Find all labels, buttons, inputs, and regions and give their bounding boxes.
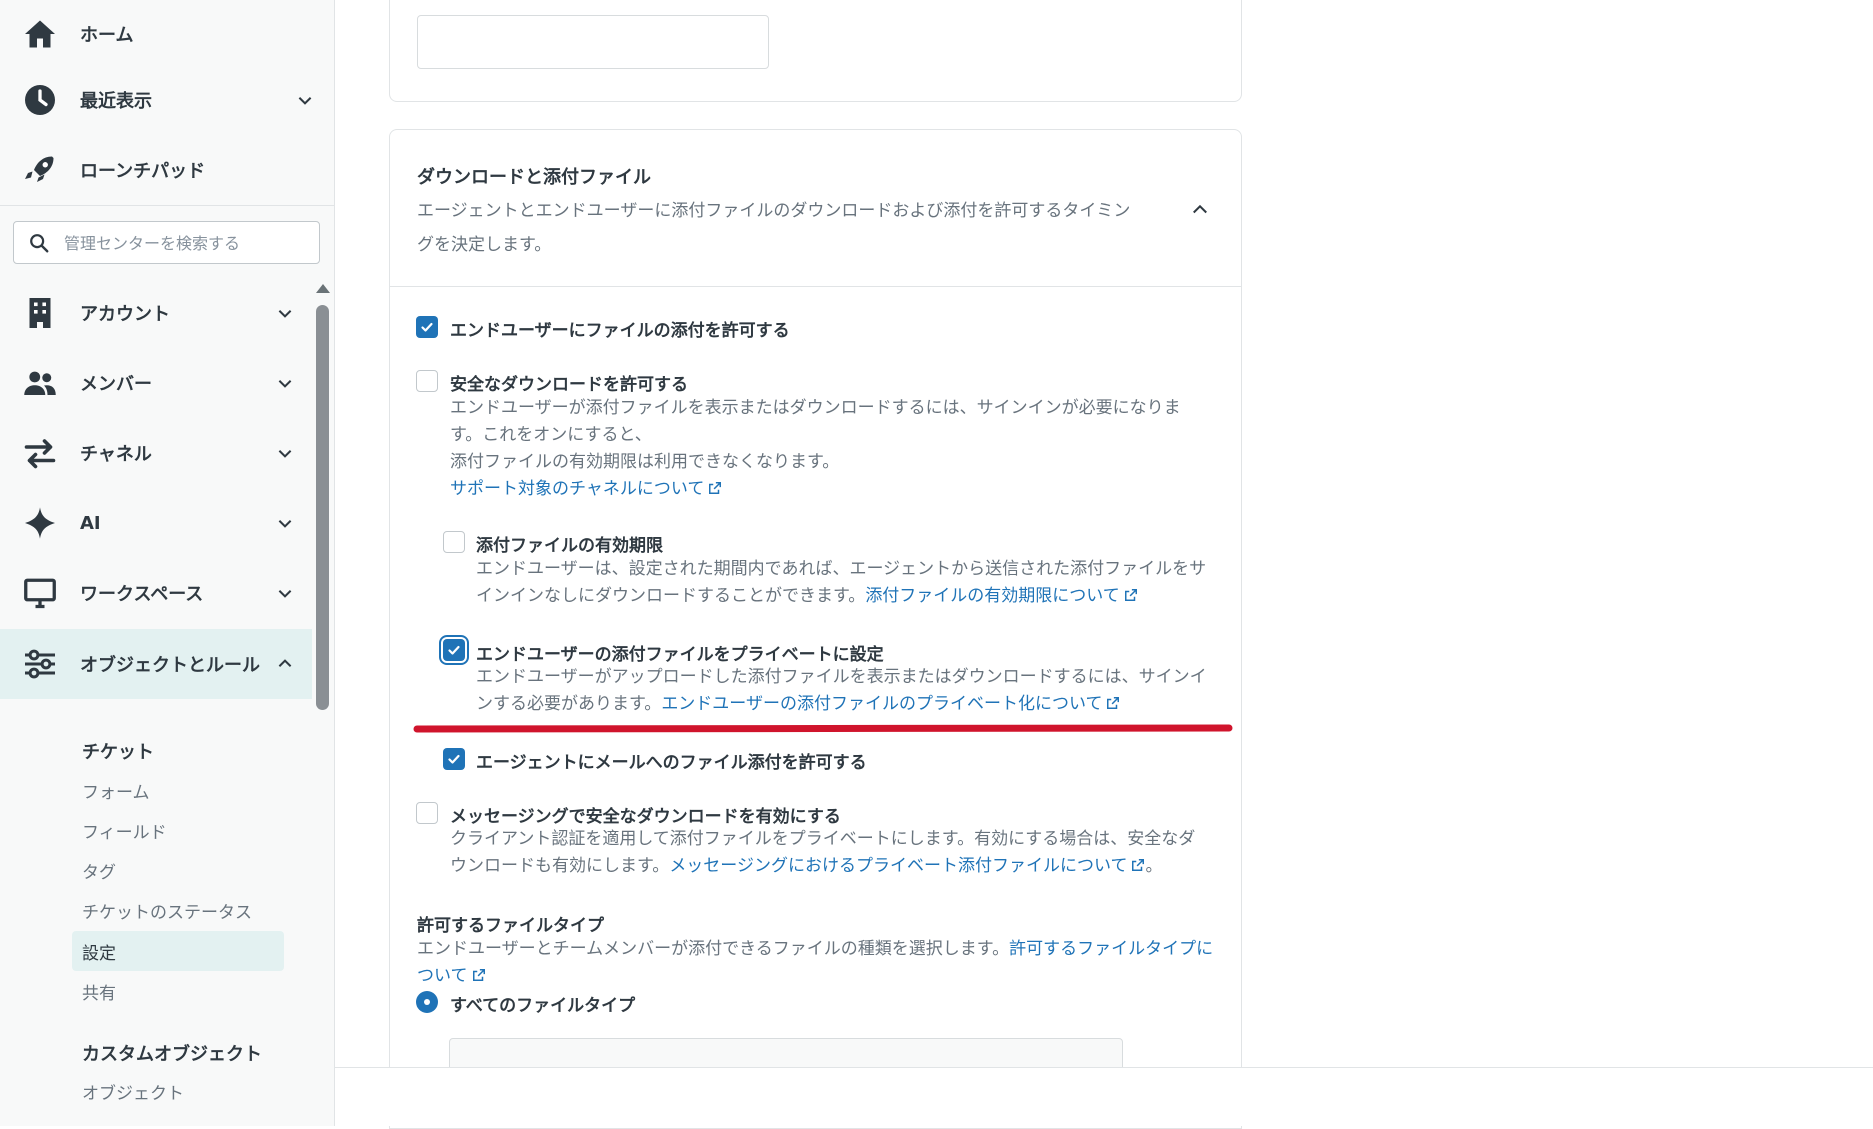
nav-recent-label: 最近表示 [80, 91, 152, 112]
subnav-settings[interactable]: 設定 [72, 931, 284, 971]
private-attachments-label[interactable]: エンドユーザーの添付ファイルをプライベートに設定 [476, 640, 884, 665]
nav-ai-label: AI [80, 512, 101, 534]
sliders-icon [25, 649, 55, 679]
nav-workspace-label: ワークスペース [80, 584, 204, 605]
rocket-icon [25, 156, 54, 182]
nav-workspace[interactable]: ワークスペース [0, 559, 312, 627]
chevron-down-icon [278, 380, 292, 388]
supported-channels-link[interactable]: サポート対象のチャネルについて [450, 479, 722, 499]
nav-objects-rules[interactable]: オブジェクトとルール [0, 629, 312, 699]
checkmark-icon [421, 322, 433, 332]
nav-members-label: メンバー [80, 374, 152, 395]
checkmark-icon [448, 645, 460, 655]
messaging-secure-download-checkbox[interactable] [416, 802, 438, 824]
nav-objects-rules-label: オブジェクトとルール [80, 655, 260, 676]
chevron-down-icon [278, 450, 292, 458]
messaging-private-link-text: メッセージングにおけるプライベート添付ファイルについて [669, 856, 1128, 876]
subnav-objects[interactable]: オブジェクト [72, 1071, 284, 1111]
supported-channels-link-text: サポート対象のチャネルについて [450, 479, 705, 499]
red-highlight-underline [413, 724, 1233, 733]
sidebar: ホーム 最近表示 ローンチパッド アカウント メンバー チャネル AI ワークス… [0, 0, 335, 1126]
chevron-down-icon [278, 310, 292, 318]
monitor-icon [24, 578, 56, 609]
subnav-fields[interactable]: フィールド [72, 810, 284, 850]
nav-channels[interactable]: チャネル [0, 419, 312, 487]
scroll-up-arrow-icon[interactable] [316, 284, 330, 293]
tickets-heading: チケット [82, 742, 154, 763]
arrows-swap-icon [24, 439, 56, 469]
nav-account-label: アカウント [80, 304, 170, 325]
subnav-tags[interactable]: タグ [72, 850, 284, 890]
sparkle-icon [25, 507, 55, 539]
chevron-down-icon [278, 520, 292, 528]
section-title: ダウンロードと添付ファイル [417, 167, 651, 188]
clock-icon [25, 85, 55, 115]
expiry-desc: エンドユーザーは、設定された期間内であれば、エージェントから送信された添付ファイ… [476, 556, 1216, 610]
nav-account[interactable]: アカウント [0, 279, 312, 347]
text-input-field[interactable] [417, 15, 769, 69]
search-icon [30, 234, 49, 253]
nav-launchpad[interactable]: ローンチパッド [0, 136, 312, 204]
expiry-label[interactable]: 添付ファイルの有効期限 [476, 531, 663, 556]
messaging-secure-download-desc: クライアント認証を適用して添付ファイルをプライベートにします。有効にする場合は、… [450, 826, 1210, 880]
external-link-icon [472, 969, 485, 981]
all-file-types-label[interactable]: すべてのファイルタイプ [450, 991, 635, 1016]
expiry-checkbox[interactable] [443, 531, 465, 553]
subnav-ticket-statuses[interactable]: チケットのステータス [72, 890, 284, 930]
external-link-icon [709, 482, 722, 494]
file-types-title: 許可するファイルタイプ [417, 916, 604, 936]
chevron-down-icon [298, 97, 312, 105]
chevron-down-icon [278, 590, 292, 598]
messaging-private-link[interactable]: メッセージングにおけるプライベート添付ファイルについて [669, 856, 1145, 876]
file-types-desc-text: エンドユーザーとチームメンバーが添付できるファイルの種類を選択します。 [417, 939, 1010, 959]
messaging-secure-download-label[interactable]: メッセージングで安全なダウンロードを有効にする [450, 802, 841, 827]
nav-recent[interactable]: 最近表示 [0, 66, 312, 134]
home-icon [25, 20, 55, 48]
private-attachments-link-text: エンドユーザーの添付ファイルのプライベート化について [661, 694, 1103, 714]
nav-home[interactable]: ホーム [0, 0, 312, 68]
previous-settings-card [389, 0, 1242, 102]
file-types-desc: エンドユーザーとチームメンバーが添付できるファイルの種類を選択します。許可するフ… [417, 936, 1217, 990]
agent-mail-attach-label[interactable]: エージェントにメールへのファイル添付を許可する [476, 748, 867, 773]
search-box[interactable] [13, 221, 320, 264]
nav-channels-label: チャネル [80, 444, 152, 465]
bottom-action-bar [335, 1067, 1873, 1126]
private-attachments-desc: エンドユーザーがアップロードした添付ファイルを表示またはダウンロードするには、サ… [476, 664, 1216, 718]
nav-launchpad-label: ローンチパッド [80, 161, 206, 182]
subnav-sharing[interactable]: 共有 [72, 971, 284, 1011]
checkmark-icon [448, 754, 460, 764]
private-attachments-checkbox[interactable] [443, 639, 465, 661]
external-link-icon [1132, 859, 1145, 871]
chevron-up-icon[interactable] [1190, 200, 1210, 220]
all-file-types-radio[interactable] [416, 991, 438, 1013]
secure-download-checkbox[interactable] [416, 370, 438, 392]
private-attachments-link[interactable]: エンドユーザーの添付ファイルのプライベート化について [661, 694, 1120, 714]
expiry-link-text: 添付ファイルの有効期限について [865, 586, 1120, 606]
scrollbar-thumb[interactable] [316, 305, 329, 710]
messaging-desc-suffix: 。 [1145, 856, 1163, 876]
secure-download-label[interactable]: 安全なダウンロードを許可する [450, 370, 688, 395]
secure-download-desc: エンドユーザーが添付ファイルを表示またはダウンロードするには、サインインが必要に… [450, 395, 1210, 503]
agent-mail-attach-checkbox[interactable] [443, 748, 465, 770]
nav-home-label: ホーム [80, 25, 134, 46]
nav-members[interactable]: メンバー [0, 349, 312, 417]
card-header[interactable]: ダウンロードと添付ファイル エージェントとエンドユーザーに添付ファイルのダウンロ… [390, 130, 1241, 287]
secure-download-desc-line2: 添付ファイルの有効期限は利用できなくなります。 [450, 452, 840, 472]
allow-attach-checkbox[interactable] [416, 316, 438, 338]
building-icon [29, 298, 51, 328]
people-icon [24, 371, 56, 395]
section-description: エージェントとエンドユーザーに添付ファイルのダウンロードおよび添付を許可するタイ… [417, 201, 1131, 255]
expiry-link[interactable]: 添付ファイルの有効期限について [865, 586, 1138, 606]
external-link-icon [1124, 589, 1137, 601]
allow-attach-label[interactable]: エンドユーザーにファイルの添付を許可する [450, 316, 790, 341]
secure-download-desc-line1: エンドユーザーが添付ファイルを表示またはダウンロードするには、サインインが必要に… [450, 398, 1181, 445]
search-input[interactable] [64, 230, 309, 256]
nav-ai[interactable]: AI [0, 489, 312, 557]
sidebar-divider [0, 205, 335, 206]
chevron-up-icon [278, 659, 292, 667]
subnav-forms[interactable]: フォーム [72, 770, 284, 810]
custom-objects-heading: カスタムオブジェクト [82, 1044, 262, 1065]
external-link-icon [1107, 697, 1120, 709]
